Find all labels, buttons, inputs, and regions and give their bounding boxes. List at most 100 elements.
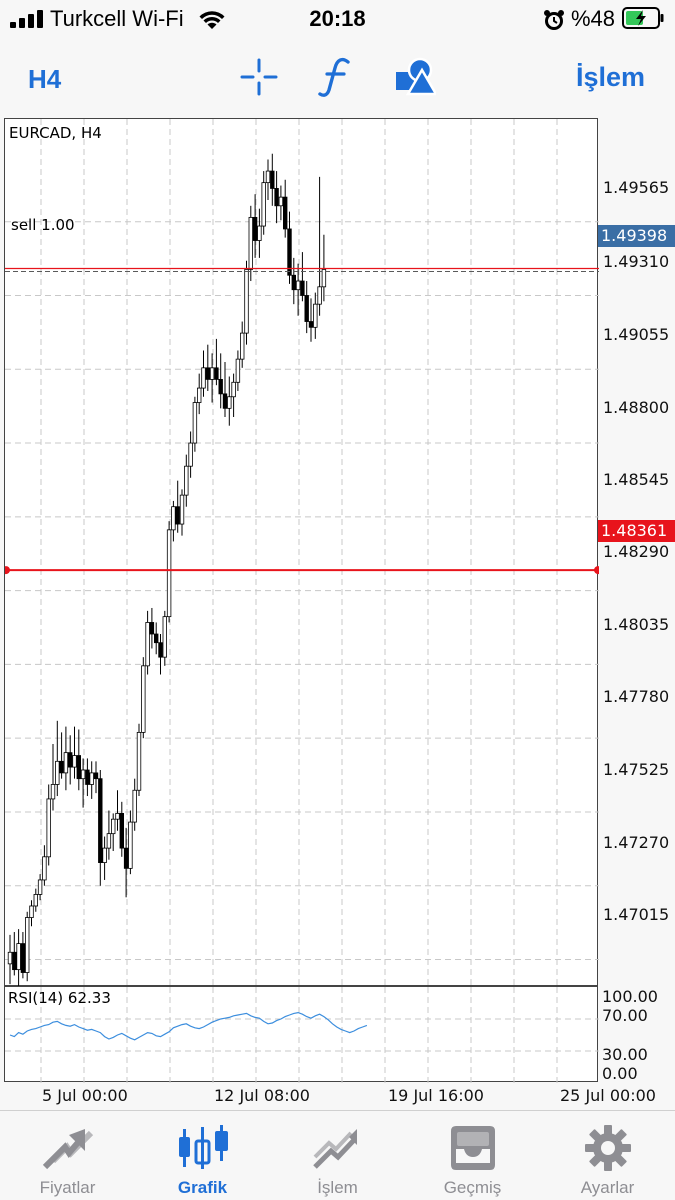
- level-handle-left: [5, 566, 10, 575]
- tab-label: Fiyatlar: [39, 1178, 96, 1197]
- chart-title: EURCAD, H4: [9, 124, 102, 142]
- bearish-candle: [205, 367, 210, 380]
- bullish-candle: [115, 813, 120, 820]
- bearish-candle: [214, 367, 219, 380]
- bullish-candle: [136, 731, 142, 791]
- bullish-candle: [72, 755, 77, 768]
- bearish-candle: [304, 295, 309, 322]
- timeframe-button[interactable]: H4: [28, 64, 61, 95]
- chart-icon: [178, 1125, 228, 1169]
- bearish-candle: [59, 760, 64, 774]
- rsi-line: [9, 1011, 368, 1041]
- bullish-candle: [111, 818, 116, 835]
- tab-settings[interactable]: Ayarlar: [540, 1111, 675, 1200]
- bullish-candle: [261, 182, 266, 227]
- price-tick: 1.47525: [603, 760, 670, 779]
- bearish-candle: [270, 170, 275, 189]
- bullish-candle: [128, 821, 133, 869]
- bullish-candle: [248, 216, 253, 270]
- trade-button[interactable]: İşlem: [576, 62, 645, 93]
- trade-icon: [312, 1129, 357, 1169]
- tab-chart[interactable]: Grafik: [135, 1111, 270, 1200]
- time-axis: 5 Jul 00:00 12 Jul 08:00 19 Jul 16:00 25…: [4, 1082, 675, 1110]
- rsi-tick: 100.00: [602, 987, 658, 1006]
- bullish-candle: [265, 170, 271, 184]
- bullish-candle: [239, 332, 245, 360]
- bullish-candle: [295, 280, 301, 291]
- bullish-candle: [278, 196, 284, 207]
- bullish-candle: [321, 269, 327, 288]
- level-price-box: 1.48361: [598, 520, 675, 542]
- bearish-candle: [119, 813, 124, 849]
- time-tick: 12 Jul 08:00: [214, 1086, 310, 1105]
- tab-history[interactable]: Geçmiş: [405, 1111, 540, 1200]
- bullish-candle: [55, 760, 60, 785]
- bullish-candle: [171, 506, 176, 531]
- status-bar: Turkcell Wi-Fi 20:18 %48: [0, 0, 675, 40]
- bullish-candle: [313, 303, 318, 328]
- bullish-candle: [102, 847, 107, 863]
- bearish-candle: [98, 778, 103, 863]
- tab-quotes[interactable]: Fiyatlar: [0, 1111, 135, 1200]
- bullish-candle: [63, 752, 69, 774]
- bearish-candle: [149, 622, 155, 635]
- function-icon[interactable]: [318, 56, 354, 98]
- rsi-tick: 30.00: [602, 1045, 648, 1064]
- bearish-candle: [252, 216, 258, 241]
- candlestick-plot: [5, 119, 599, 987]
- bullish-candle: [166, 529, 172, 618]
- bearish-candle: [308, 321, 314, 328]
- bullish-candle: [42, 856, 47, 881]
- bullish-candle: [196, 387, 202, 403]
- bearish-candle: [85, 769, 90, 785]
- history-icon: [450, 1126, 495, 1170]
- time-tick: 19 Jul 16:00: [388, 1086, 484, 1105]
- quotes-icon: [42, 1129, 93, 1170]
- settings-icon: [584, 1125, 631, 1171]
- alarm-icon: [544, 10, 564, 30]
- rsi-title: RSI(14) 62.33: [8, 989, 111, 1007]
- bearish-candle: [12, 951, 17, 971]
- tab-trade[interactable]: İşlem: [270, 1111, 405, 1200]
- bullish-candle: [7, 951, 13, 965]
- bearish-candle: [93, 772, 99, 780]
- bearish-candle: [222, 393, 228, 409]
- bullish-candle: [33, 894, 38, 907]
- sell-order-label: sell 1.00: [11, 216, 75, 234]
- bearish-candle: [291, 274, 296, 291]
- bullish-candle: [179, 494, 185, 525]
- bullish-candle: [106, 833, 112, 849]
- bullish-candle: [24, 917, 30, 973]
- bullish-candle: [89, 772, 94, 785]
- price-axis: 1.49565 1.49310 1.49055 1.48800 1.48545 …: [598, 118, 675, 1083]
- rsi-tick: 70.00: [602, 1006, 648, 1025]
- bottom-tab-bar: Fiyatlar Grafik İşlem Geçmiş Ayarlar: [0, 1110, 675, 1200]
- price-tick: 1.48545: [603, 470, 670, 489]
- objects-icon[interactable]: [394, 56, 436, 96]
- rsi-tick: 0.00: [602, 1064, 638, 1083]
- bearish-candle: [20, 943, 26, 973]
- time-tick: 5 Jul 00:00: [42, 1086, 128, 1105]
- tab-label: Ayarlar: [580, 1178, 635, 1197]
- bullish-candle: [80, 769, 86, 780]
- bearish-candle: [123, 847, 129, 869]
- bullish-candle: [227, 396, 232, 409]
- rsi-indicator-panel[interactable]: RSI(14) 62.33: [4, 986, 599, 1083]
- bullish-candle: [317, 286, 322, 305]
- bearish-candle: [153, 633, 159, 644]
- bullish-candle: [141, 665, 146, 733]
- bearish-candle: [158, 642, 163, 658]
- bullish-candle: [235, 358, 241, 383]
- crosshair-icon[interactable]: [240, 58, 278, 96]
- tab-label: İşlem: [317, 1178, 358, 1197]
- bearish-candle: [68, 752, 73, 768]
- bullish-candle: [145, 622, 150, 667]
- tab-label: Grafik: [177, 1178, 228, 1197]
- bullish-candle: [231, 381, 236, 398]
- bullish-candle: [201, 367, 206, 389]
- bearish-candle: [274, 188, 279, 207]
- price-tick: 1.47015: [603, 905, 670, 924]
- bullish-candle: [50, 784, 56, 800]
- price-chart[interactable]: EURCAD, H4 sell 1.00: [4, 118, 599, 987]
- bullish-candle: [46, 798, 51, 858]
